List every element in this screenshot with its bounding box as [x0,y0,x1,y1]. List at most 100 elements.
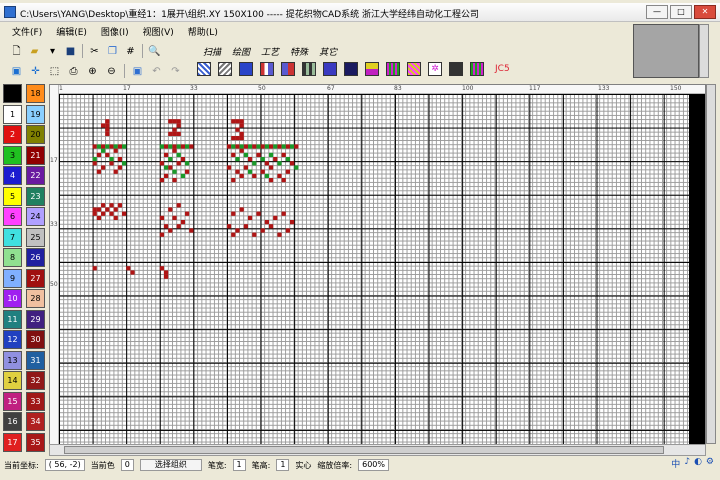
weave-cell[interactable] [248,169,253,174]
weave-cell[interactable] [164,270,169,275]
weave-cell[interactable] [92,266,97,271]
weave-cell[interactable] [164,274,169,279]
weave-cell[interactable] [269,178,274,183]
palette-swatch-0[interactable] [3,84,22,103]
palette-swatch-21[interactable]: 21 [26,145,45,165]
palette-swatch-23[interactable]: 23 [26,186,45,206]
palette-swatch-29[interactable]: 29 [26,309,45,329]
weave-cell[interactable] [92,211,97,216]
weave-grid[interactable] [59,94,689,445]
weave-cell[interactable] [281,152,286,157]
pattern-tool-9-icon[interactable] [386,62,400,76]
weave-cell[interactable] [264,161,269,166]
tab-other[interactable]: 其它 [319,45,337,58]
weave-cell[interactable] [113,207,118,212]
weave-cell[interactable] [260,228,265,233]
weave-cell[interactable] [172,215,177,220]
pen-width-spinner[interactable]: 1 [232,459,246,471]
weave-cell[interactable] [290,161,295,166]
pen-height-spinner[interactable]: 1 [276,459,290,471]
weave-cell[interactable] [243,144,248,149]
tab-draw[interactable]: 绘图 [232,45,250,58]
grid-icon[interactable]: # [124,45,137,58]
weave-cell[interactable] [243,165,248,170]
weave-cell[interactable] [101,144,106,149]
weave-cell[interactable] [172,127,177,132]
weave-cell[interactable] [105,131,110,136]
weave-cell[interactable] [180,220,185,225]
weave-cell[interactable] [248,144,253,149]
weave-cell[interactable] [164,144,169,149]
weave-cell[interactable] [273,157,278,162]
palette-swatch-17[interactable]: 17 [3,432,22,452]
weave-cell[interactable] [264,144,269,149]
zoom-out-icon[interactable]: ⊖ [105,65,118,78]
tab-special[interactable]: 特殊 [290,45,308,58]
weave-cell[interactable] [273,144,278,149]
weave-cell[interactable] [176,203,181,208]
weave-cell[interactable] [239,144,244,149]
weave-cell[interactable] [101,165,106,170]
weave-cell[interactable] [92,207,97,212]
weave-cell[interactable] [117,144,122,149]
weave-cell[interactable] [277,232,282,237]
weave-cell[interactable] [159,266,164,271]
weave-cell[interactable] [185,144,190,149]
weave-cell[interactable] [113,169,118,174]
weave-cell[interactable] [264,173,269,178]
palette-swatch-34[interactable]: 34 [26,412,45,431]
weave-cell[interactable] [231,152,236,157]
menu-image[interactable]: 图像(I) [101,25,129,38]
palette-swatch-19[interactable]: 19 [26,104,45,124]
weave-cell[interactable] [277,144,282,149]
preview-icon[interactable]: 🔍 [148,45,161,58]
dropdown-icon[interactable]: ▾ [46,45,59,58]
weave-cell[interactable] [122,144,127,149]
palette-swatch-18[interactable]: 18 [26,84,45,103]
weave-cell[interactable] [176,131,181,136]
zoom-window-icon[interactable]: ⬚ [48,65,61,78]
weave-cell[interactable] [235,169,240,174]
solid-fill-checkbox[interactable]: 实心 [295,460,311,471]
palette-swatch-1[interactable]: 1 [3,104,22,124]
weave-cell[interactable] [269,144,274,149]
menu-file[interactable]: 文件(F) [12,25,42,38]
weave-cell[interactable] [113,148,118,153]
copy-icon[interactable]: ❐ [106,45,119,58]
weave-cell[interactable] [235,136,240,141]
palette-swatch-9[interactable]: 9 [3,268,22,288]
weave-cell[interactable] [164,165,169,170]
weave-cell[interactable] [164,173,169,178]
weave-cell[interactable] [235,157,240,162]
open-folder-icon[interactable]: ▰ [28,45,41,58]
palette-swatch-3[interactable]: 3 [3,145,22,165]
pattern-tool-5-icon[interactable] [302,62,316,76]
weave-cell[interactable] [231,119,236,124]
weave-cell[interactable] [285,157,290,162]
weave-cell[interactable] [239,131,244,136]
weave-cell[interactable] [285,228,290,233]
palette-swatch-8[interactable]: 8 [3,248,22,267]
weave-cell[interactable] [180,144,185,149]
sound-icon[interactable]: ♪ [684,457,690,470]
weave-cell[interactable] [269,224,274,229]
weave-cell[interactable] [239,173,244,178]
palette-swatch-6[interactable]: 6 [3,207,22,226]
weave-cell[interactable] [235,127,240,132]
minimize-button[interactable]: — [646,5,668,19]
pattern-tool-3-icon[interactable] [260,62,274,76]
weave-cell[interactable] [231,136,236,141]
weave-cell[interactable] [290,220,295,225]
weave-cell[interactable] [235,228,240,233]
weave-cell[interactable] [176,152,181,157]
palette-swatch-28[interactable]: 28 [26,289,45,308]
pattern-tool-7-icon[interactable] [344,62,358,76]
weave-cell[interactable] [239,123,244,128]
weave-cell[interactable] [227,224,232,229]
weave-cell[interactable] [231,211,236,216]
palette-swatch-27[interactable]: 27 [26,268,45,288]
weave-cell[interactable] [159,215,164,220]
weave-cell[interactable] [96,152,101,157]
zoom-in-icon[interactable]: ⊕ [86,65,99,78]
weave-cell[interactable] [260,157,265,162]
